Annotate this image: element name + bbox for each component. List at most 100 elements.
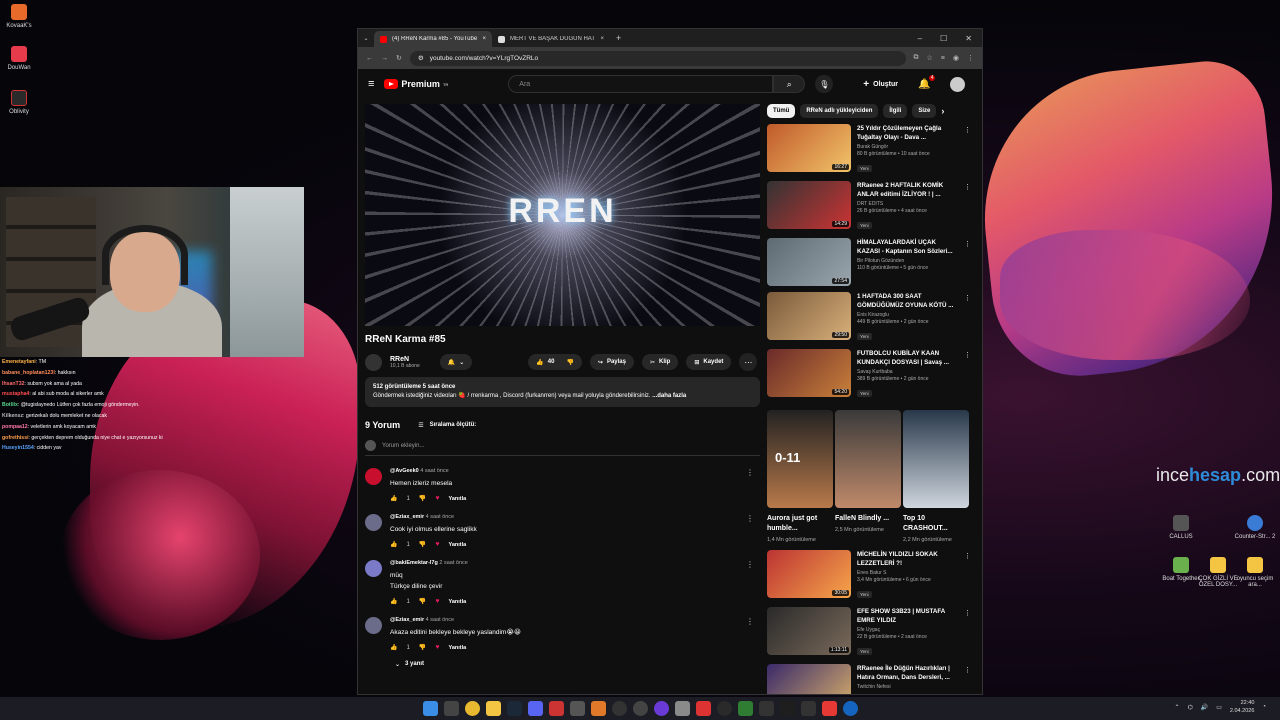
chevron-right-icon[interactable]: ›	[941, 106, 944, 116]
clip-button[interactable]: ✂ Klip	[641, 354, 679, 370]
video-title[interactable]: MİCHELİN YILDIZLI SOKAK LEZZETLERİ ?!	[857, 550, 957, 568]
youtube-logo[interactable]: Premium TR	[384, 79, 448, 89]
short-thumbnail[interactable]: 0-11	[767, 410, 833, 508]
video-title[interactable]: RRaenee İle Düğün Hazırlıkları | Hatıra …	[857, 664, 957, 682]
profile-icon[interactable]: ◉	[953, 54, 959, 62]
recommended-video[interactable]: 14:29 RRaenee 2 HAFTALIK KOMİK ANLAR edit…	[767, 181, 977, 232]
chip-from-uploader[interactable]: RReN adlı yükleyiciden	[800, 104, 879, 118]
thumbs-up-icon[interactable]: 👍	[390, 644, 397, 651]
short-card[interactable]: 0-11 Aurora just got humble... 1,4 Mn görü…	[767, 410, 833, 544]
subscribed-button[interactable]: 🔔 ⌄	[439, 354, 473, 370]
chat-username[interactable]: Emenetayfani	[2, 359, 36, 365]
show-more-link[interactable]: ...daha fazla	[652, 393, 686, 399]
comment-author[interactable]: @Eziax_emir	[390, 514, 424, 520]
thumbs-up-icon[interactable]: 👍	[390, 541, 397, 548]
video-title[interactable]: RRaenee 2 HAFTALIK KOMİK ANLAR editimi İ…	[857, 181, 957, 199]
video-thumbnail[interactable]: 54:20	[767, 349, 851, 397]
chip-for-you[interactable]: Size	[912, 104, 937, 118]
extensions-icon[interactable]: ≡	[941, 55, 945, 62]
app-icon[interactable]	[738, 701, 753, 716]
recommended-video[interactable]: 30:05 MİCHELİN YILDIZLI SOKAK LEZZETLERİ …	[767, 550, 977, 601]
reload-icon[interactable]: ↻	[396, 54, 402, 62]
video-menu-icon[interactable]: ⋮	[964, 126, 971, 134]
thumbs-down-icon[interactable]: 👎	[419, 541, 426, 548]
video-menu-icon[interactable]: ⋮	[964, 351, 971, 359]
share-button[interactable]: ↪ Paylaş	[589, 354, 634, 370]
menu-dots-icon[interactable]: ⋮	[967, 54, 974, 62]
recommended-video[interactable]: 16:27 25 Yıldır Çözülemeyen Çağla Tuğalta…	[767, 124, 977, 175]
app-icon[interactable]	[549, 701, 564, 716]
video-channel[interactable]: Savaş Kurtbaba	[857, 369, 957, 375]
notifications-icon[interactable]: ◔	[1262, 704, 1266, 710]
reply-button[interactable]: Yanıtla	[448, 542, 466, 548]
app-icon[interactable]	[570, 701, 585, 716]
site-info-icon[interactable]: ⚙	[418, 54, 424, 62]
video-menu-icon[interactable]: ⋮	[964, 552, 971, 560]
app-icon[interactable]	[696, 701, 711, 716]
video-menu-icon[interactable]: ⋮	[964, 609, 971, 617]
video-channel[interactable]: Bir Pilotun Gözünden	[857, 258, 957, 264]
video-channel[interactable]: DRT EDITS	[857, 201, 957, 207]
thumbs-down-icon[interactable]: 👎	[419, 495, 426, 502]
discord-icon[interactable]	[528, 701, 543, 716]
video-menu-icon[interactable]: ⋮	[964, 666, 971, 674]
short-card[interactable]: FalleN Blindly ... 2,5 Mn görüntüleme	[835, 410, 901, 544]
short-card[interactable]: Top 10 CRASHOUT... 2,2 Mn görüntüleme	[903, 410, 969, 544]
comment-avatar[interactable]	[365, 468, 382, 485]
file-explorer-icon[interactable]	[486, 701, 501, 716]
chip-related[interactable]: İlgili	[883, 104, 908, 118]
reply-button[interactable]: Yanıtla	[448, 599, 466, 605]
recommended-video[interactable]: RRaenee İle Düğün Hazırlıkları | Hatıra …	[767, 664, 977, 694]
chat-username[interactable]: Botlilx	[2, 402, 18, 408]
app-icon[interactable]	[801, 701, 816, 716]
video-channel[interactable]: Burak Güngör	[857, 144, 957, 150]
video-thumbnail[interactable]	[767, 664, 851, 694]
new-tab-icon[interactable]: +	[616, 33, 621, 43]
volume-icon[interactable]: 🔊	[1201, 704, 1208, 711]
replies-toggle[interactable]: ⌄ 3 yanıt	[395, 661, 760, 668]
video-thumbnail[interactable]: 29:50	[767, 292, 851, 340]
chevron-up-icon[interactable]: ⌃	[1174, 704, 1179, 711]
short-title[interactable]: Aurora just got humble...	[767, 514, 833, 534]
search-button[interactable]: ⌕	[773, 75, 806, 93]
search-icon[interactable]	[444, 701, 459, 716]
recommended-video[interactable]: 1:13:11 EFE SHOW S3B23 | MUSTAFA EMRE YIL…	[767, 607, 977, 658]
video-title[interactable]: EFE SHOW S3B23 | MUSTAFA EMRE YILDIZ	[857, 607, 957, 625]
more-actions-button[interactable]: ⋯	[739, 353, 758, 371]
create-button[interactable]: + Oluştur	[863, 79, 898, 90]
video-title[interactable]: HİMALAYALARDAKİ UÇAK KAZASI - Kaptanın S…	[857, 238, 957, 256]
close-tab-icon[interactable]: ×	[482, 36, 486, 42]
chat-username[interactable]: gofrethissi	[2, 435, 29, 441]
add-comment-field[interactable]: Yorum ekleyin...	[365, 440, 760, 456]
sort-button[interactable]: ☰ Sıralama ölçütü:	[418, 422, 476, 429]
like-dislike-button[interactable]: 👍 40 👎	[528, 354, 582, 370]
video-title[interactable]: 1 HAFTADA 300 SAAT GÖMDÜĞÜMÜZ OYUNA KÖTÜ…	[857, 292, 957, 310]
search-input[interactable]: Ara	[508, 75, 774, 93]
app-icon[interactable]	[633, 701, 648, 716]
chrome-icon[interactable]	[465, 701, 480, 716]
comment-menu-icon[interactable]: ⋮	[746, 560, 754, 569]
start-icon[interactable]	[423, 701, 438, 716]
desktop-icon-callus[interactable]: CALLUS	[1158, 515, 1204, 540]
comment-author[interactable]: @bakiEmektar-l7g	[390, 560, 438, 566]
recommended-video[interactable]: 54:20 FUTBOLCU KUBİLAY KAAN KUNDAKÇI DOSY…	[767, 349, 977, 400]
steam-icon[interactable]	[507, 701, 522, 716]
video-title[interactable]: FUTBOLCU KUBİLAY KAAN KUNDAKÇI DOSYASI |…	[857, 349, 957, 367]
notifications-button[interactable]: 🔔 4	[918, 74, 936, 90]
comment-avatar[interactable]	[365, 617, 382, 634]
app-icon[interactable]	[654, 701, 669, 716]
bookmark-star-icon[interactable]: ☆	[927, 54, 933, 62]
battery-icon[interactable]: ▭	[1216, 704, 1222, 711]
comment-author[interactable]: @Eziax_emir	[390, 617, 424, 623]
chat-username[interactable]: Kilkensz	[2, 413, 23, 419]
app-icon[interactable]	[675, 701, 690, 716]
obs-icon[interactable]	[612, 701, 627, 716]
recommended-video[interactable]: 27:54 HİMALAYALARDAKİ UÇAK KAZASI - Kapta…	[767, 238, 977, 286]
maximize-icon[interactable]: ☐	[940, 34, 947, 43]
tab-list-icon[interactable]: ⌄	[358, 35, 374, 42]
close-window-icon[interactable]: ✕	[965, 34, 972, 43]
video-menu-icon[interactable]: ⋮	[964, 183, 971, 191]
hamburger-menu-icon[interactable]: ≡	[368, 78, 374, 90]
video-title[interactable]: 25 Yıldır Çözülemeyen Çağla Tuğaltay Ola…	[857, 124, 957, 142]
url-input[interactable]: ⚙ youtube.com/watch?v=YLrgTOvZRLo	[409, 50, 906, 66]
